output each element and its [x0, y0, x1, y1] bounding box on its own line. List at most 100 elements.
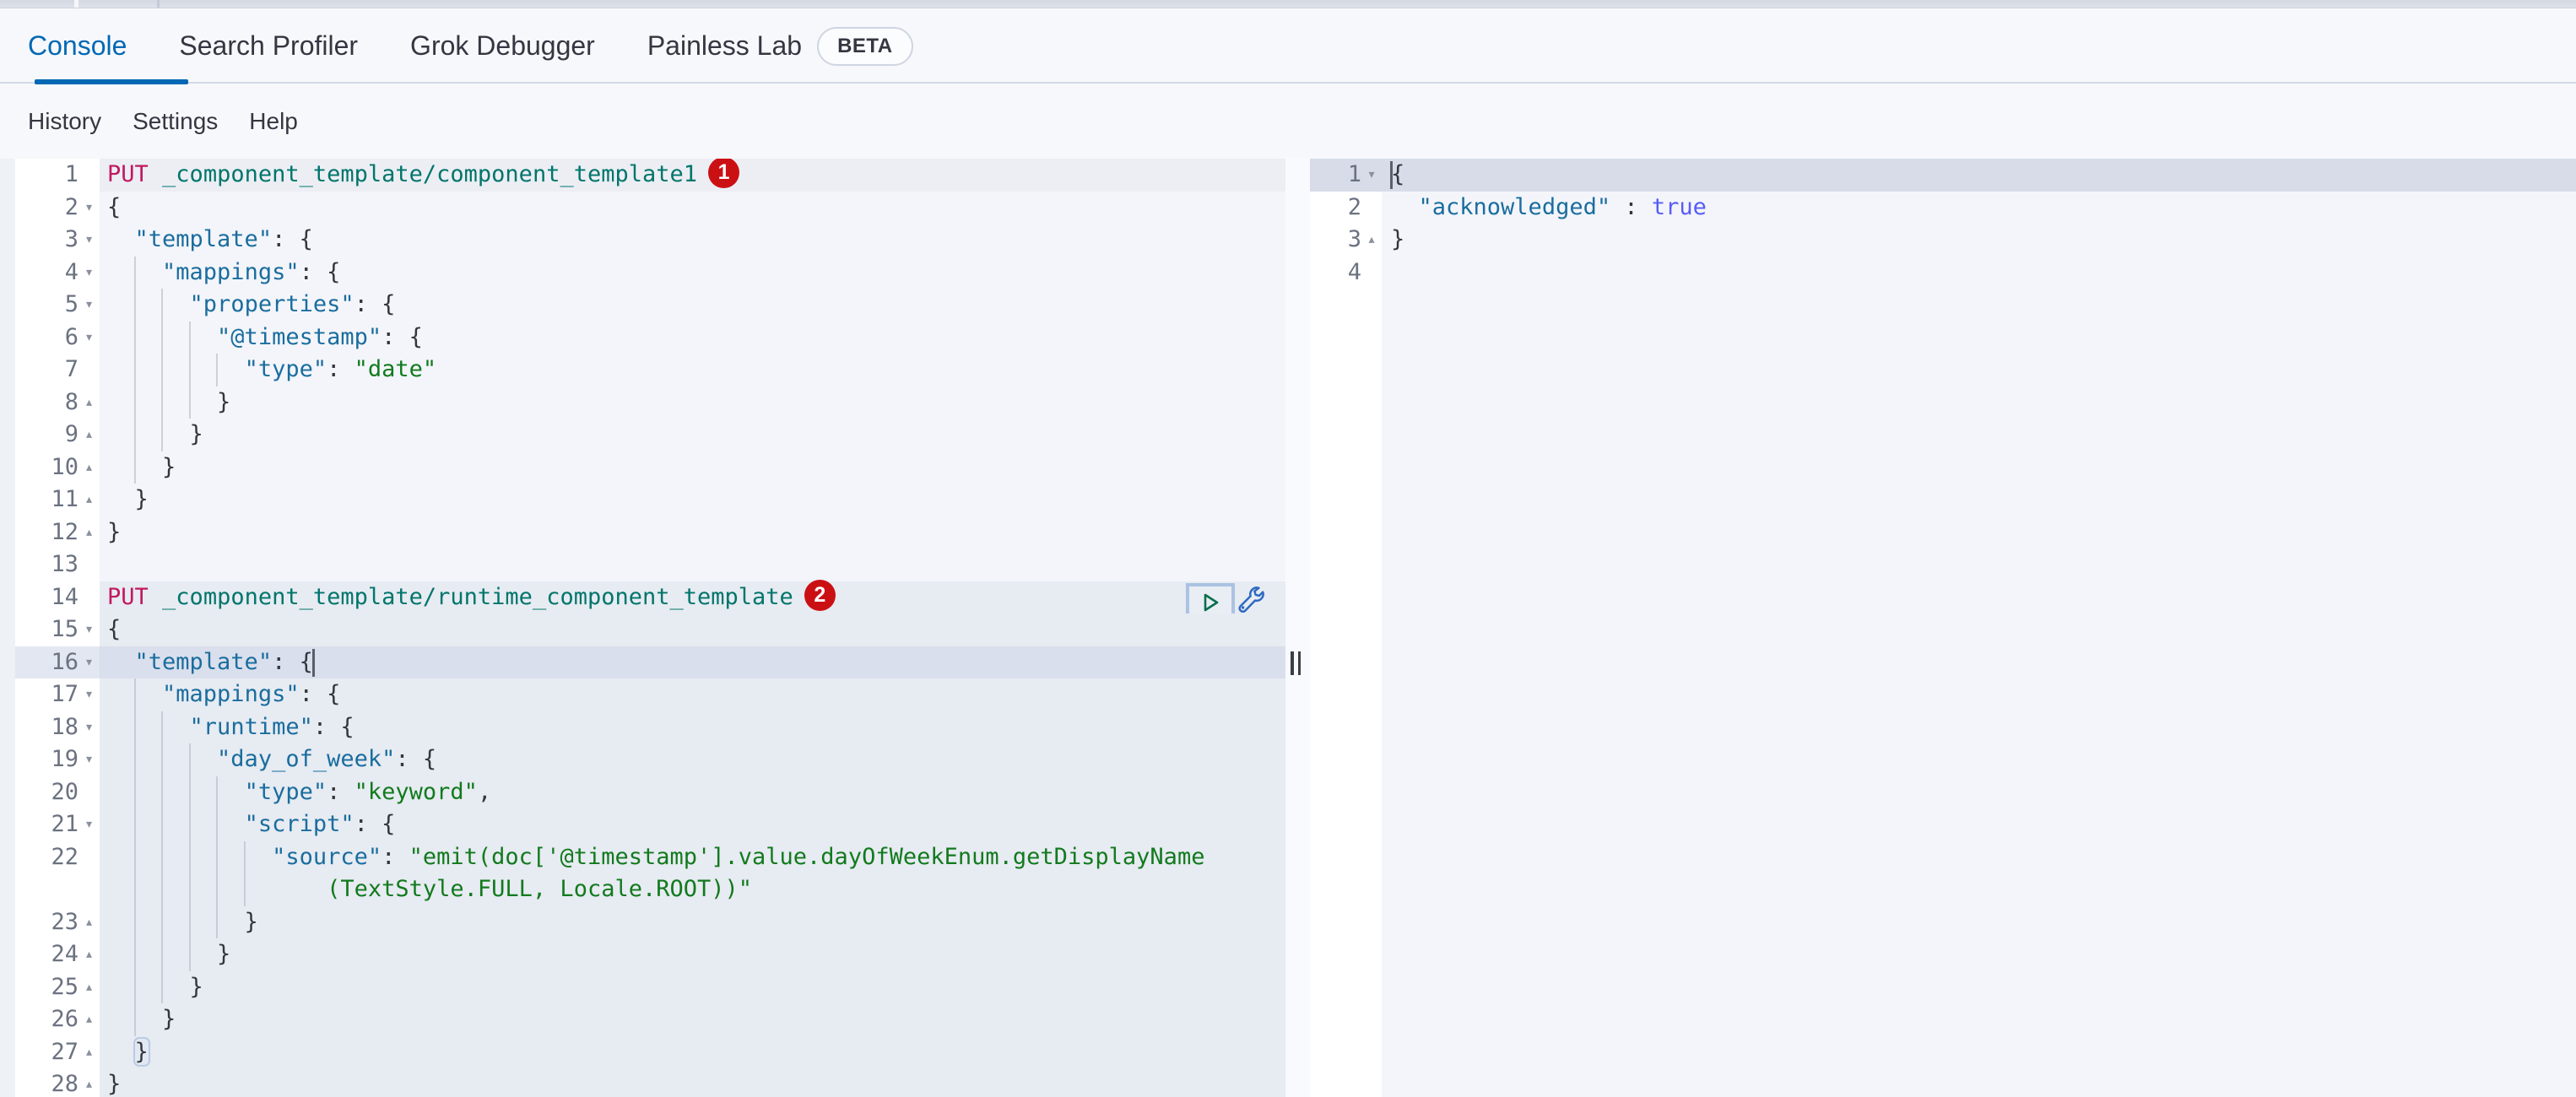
code-text[interactable]: {	[100, 192, 1285, 224]
code-line[interactable]: (TextStyle.FULL, Locale.ROOT))"	[0, 873, 1285, 906]
tab-console[interactable]: Console	[28, 30, 127, 62]
tab-painless-lab[interactable]: Painless Lab BETA	[647, 27, 913, 66]
code-text[interactable]: "template": {	[100, 646, 1285, 679]
code-line[interactable]: 26▴ }	[0, 1003, 1285, 1036]
fold-toggle-icon[interactable]: ▾	[78, 322, 100, 354]
code-text[interactable]: }	[100, 419, 1285, 451]
fold-toggle-icon[interactable]: ▴	[78, 906, 100, 939]
code-line[interactable]: 16▾ "template": {	[0, 646, 1285, 679]
fold-toggle-icon[interactable]: ▴	[78, 386, 100, 419]
code-line[interactable]: 2▾{	[0, 192, 1285, 224]
fold-toggle-icon[interactable]: ▴	[78, 419, 100, 451]
code-line[interactable]: 21▾ "script": {	[0, 808, 1285, 841]
code-line[interactable]: 27▴ }	[0, 1036, 1285, 1069]
code-token: {	[107, 616, 121, 642]
tab-divider	[74, 0, 78, 8]
fold-toggle-icon[interactable]: ▾	[78, 613, 100, 646]
code-line[interactable]: 17▾ "mappings": {	[0, 678, 1285, 711]
fold-toggle-icon[interactable]: ▾	[78, 808, 100, 841]
code-line[interactable]: 23▴ }	[0, 906, 1285, 939]
code-line[interactable]: 28▴}	[0, 1068, 1285, 1097]
fold-toggle-icon[interactable]: ▾	[78, 257, 100, 289]
code-text[interactable]: "@timestamp": {	[100, 322, 1285, 354]
code-text[interactable]: }	[100, 516, 1285, 549]
code-line[interactable]: 12▴}	[0, 516, 1285, 549]
fold-toggle-icon[interactable]: ▴	[1361, 224, 1382, 257]
code-text[interactable]: }	[100, 1003, 1285, 1036]
code-line[interactable]: 4▾ "mappings": {	[0, 257, 1285, 289]
tab-search-profiler[interactable]: Search Profiler	[179, 30, 358, 62]
code-line[interactable]: 10▴ }	[0, 451, 1285, 484]
gutter-margin	[0, 257, 15, 289]
code-line[interactable]: 15▾{	[0, 613, 1285, 646]
menu-item-history[interactable]: History	[28, 108, 101, 135]
code-line[interactable]: 18▾ "runtime": {	[0, 711, 1285, 744]
code-text[interactable]: "day_of_week": {	[100, 743, 1285, 776]
code-text[interactable]: "template": {	[100, 224, 1285, 257]
code-text[interactable]: "type": "date"	[100, 354, 1285, 386]
code-text[interactable]: "type": "keyword",	[100, 776, 1285, 809]
code-line[interactable]: 14PUT _component_template/runtime_compon…	[0, 581, 1285, 614]
code-line[interactable]: 24▴ }	[0, 938, 1285, 971]
code-line[interactable]: 25▴ }	[0, 971, 1285, 1004]
code-text[interactable]: }	[100, 971, 1285, 1004]
code-text[interactable]: }	[100, 451, 1285, 484]
panel-resize-handle[interactable]	[1291, 651, 1301, 675]
fold-toggle-icon[interactable]: ▴	[78, 516, 100, 549]
code-text[interactable]: "mappings": {	[100, 257, 1285, 289]
fold-toggle-icon[interactable]: ▴	[78, 1003, 100, 1036]
fold-toggle-icon[interactable]: ▾	[78, 224, 100, 257]
code-text[interactable]: }	[100, 906, 1285, 939]
menu-item-help[interactable]: Help	[249, 108, 298, 135]
code-line[interactable]: 22 "source": "emit(doc['@timestamp'].val…	[0, 841, 1285, 874]
code-line[interactable]: 13	[0, 548, 1285, 581]
code-line[interactable]: 6▾ "@timestamp": {	[0, 322, 1285, 354]
code-text[interactable]: "script": {	[100, 808, 1285, 841]
fold-toggle-icon[interactable]: ▾	[1361, 159, 1382, 192]
code-text[interactable]: }	[100, 1036, 1285, 1069]
fold-toggle-icon[interactable]: ▾	[78, 192, 100, 224]
fold-toggle-icon[interactable]: ▴	[78, 1036, 100, 1069]
fold-toggle-icon[interactable]: ▾	[78, 289, 100, 322]
tab-grok-debugger[interactable]: Grok Debugger	[410, 30, 595, 62]
code-text[interactable]: PUT _component_template/component_templa…	[100, 159, 1285, 192]
code-text: "acknowledged" : true	[1382, 192, 2576, 224]
code-line[interactable]: 5▾ "properties": {	[0, 289, 1285, 322]
code-text[interactable]: "source": "emit(doc['@timestamp'].value.…	[100, 841, 1285, 874]
fold-toggle-icon[interactable]: ▾	[78, 711, 100, 744]
code-text[interactable]: "runtime": {	[100, 711, 1285, 744]
fold-toggle-icon[interactable]: ▾	[78, 743, 100, 776]
code-text[interactable]: }	[100, 386, 1285, 419]
code-text[interactable]: }	[100, 1068, 1285, 1097]
code-line[interactable]: 8▴ }	[0, 386, 1285, 419]
fold-toggle-icon[interactable]: ▾	[78, 678, 100, 711]
code-line[interactable]: 7 "type": "date"	[0, 354, 1285, 386]
code-line[interactable]: 19▾ "day_of_week": {	[0, 743, 1285, 776]
code-line[interactable]: 11▴ }	[0, 484, 1285, 516]
code-text[interactable]: {	[100, 613, 1285, 646]
fold-toggle-icon[interactable]: ▴	[78, 1068, 100, 1097]
fold-toggle-icon[interactable]: ▴	[78, 451, 100, 484]
code-text[interactable]: PUT _component_template/runtime_componen…	[100, 581, 1285, 614]
line-number: 4	[15, 257, 78, 289]
request-editor[interactable]: 1PUT _component_template/component_templ…	[0, 159, 1285, 1097]
code-text[interactable]: "properties": {	[100, 289, 1285, 322]
code-text[interactable]: }	[100, 484, 1285, 516]
menu-item-settings[interactable]: Settings	[133, 108, 218, 135]
fold-toggle-icon[interactable]: ▾	[78, 646, 100, 679]
fold-toggle-icon[interactable]: ▴	[78, 971, 100, 1004]
response-editor[interactable]: 1▾{2 "acknowledged" : true3▴}4	[1310, 159, 2576, 1097]
fold-toggle-icon[interactable]: ▴	[78, 938, 100, 971]
fold-toggle-icon[interactable]: ▴	[78, 484, 100, 516]
code-line[interactable]: 20 "type": "keyword",	[0, 776, 1285, 809]
code-line[interactable]: 3▾ "template": {	[0, 224, 1285, 257]
indent-guide	[134, 678, 136, 711]
code-text[interactable]: "mappings": {	[100, 678, 1285, 711]
code-text[interactable]	[100, 548, 1285, 581]
code-line[interactable]: 1PUT _component_template/component_templ…	[0, 159, 1285, 192]
code-text[interactable]: }	[100, 938, 1285, 971]
code-text[interactable]: (TextStyle.FULL, Locale.ROOT))"	[100, 873, 1285, 906]
code-line[interactable]: 9▴ }	[0, 419, 1285, 451]
request-options-wrench-button[interactable]	[1237, 586, 1264, 613]
indent-guide	[161, 354, 163, 386]
